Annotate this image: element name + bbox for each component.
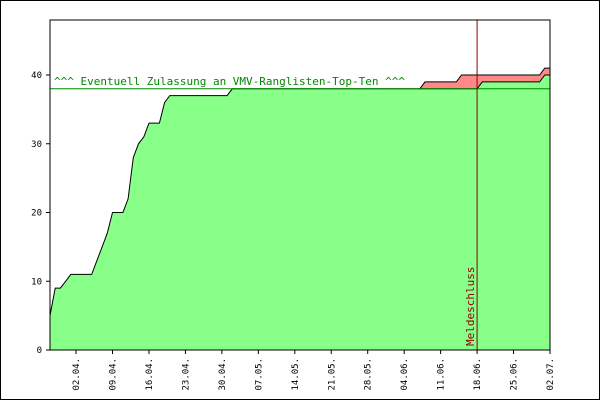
reference-line-label: ^^^ Eventuell Zulassung an VMV-Rangliste… (54, 75, 405, 88)
deadline-label: Meldeschluss (464, 267, 477, 346)
y-tick-label: 40 (31, 71, 42, 81)
y-tick-label: 30 (31, 140, 42, 150)
x-tick-label: 25.06. (510, 358, 520, 391)
x-tick-label: 18.06. (473, 358, 483, 391)
x-tick-label: 21.05. (327, 358, 337, 391)
x-tick-label: 02.07. (546, 358, 556, 391)
x-tick-label: 14.05. (291, 358, 301, 391)
registration-chart: 0 10 20 30 40 02.04. 09.04. 16.04. 23.04. 30.04.… (31, 19, 556, 391)
x-tick-label: 11.06. (437, 358, 447, 391)
x-tick-label: 16.04. (145, 358, 155, 391)
y-tick-label: 0 (37, 346, 42, 356)
x-tick-label: 23.04. (181, 358, 191, 391)
x-tick-label: 30.04. (218, 358, 228, 391)
y-tick-label: 20 (31, 209, 42, 219)
x-tick-label: 09.04. (109, 358, 119, 391)
x-tick-label: 28.05. (364, 358, 374, 391)
x-axis: 02.04. 09.04. 16.04. 23.04. 30.04. 07.05. 14.0… (72, 350, 556, 391)
y-axis: 0 10 20 30 40 (31, 71, 50, 356)
x-tick-label: 04.06. (400, 358, 410, 391)
x-tick-label: 07.05. (254, 358, 264, 391)
y-tick-label: 10 (31, 277, 42, 287)
x-tick-label: 02.04. (72, 358, 82, 391)
